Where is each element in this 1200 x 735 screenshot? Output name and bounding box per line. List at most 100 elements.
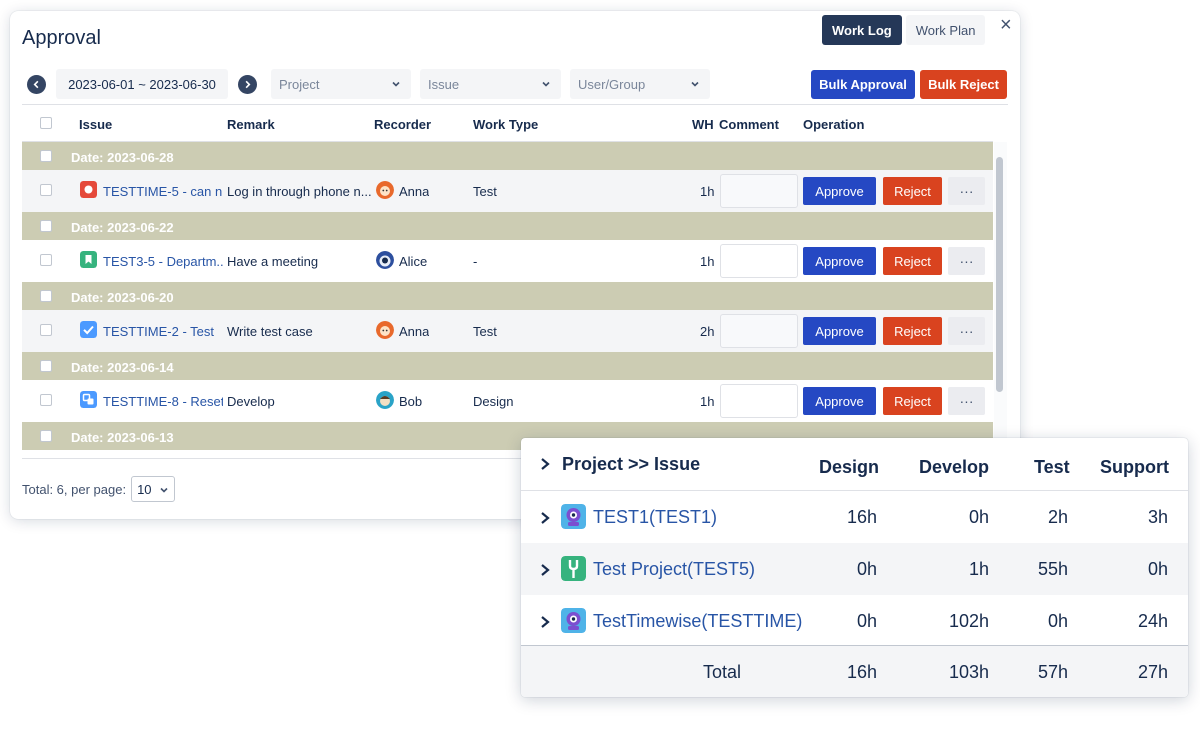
issue-select-placeholder: Issue xyxy=(428,76,460,92)
project-link[interactable]: Test Project(TEST5) xyxy=(593,559,755,580)
group-checkbox[interactable] xyxy=(40,430,52,442)
remark-text: Have a meeting xyxy=(227,254,319,269)
chevron-right-icon[interactable] xyxy=(539,457,551,471)
chevron-right-icon xyxy=(245,80,251,89)
total-label: Total xyxy=(703,662,742,682)
recorder-name: Bob xyxy=(399,394,423,409)
summary-row: TestTimewise(TESTTIME) 0h 102h 0h 24h xyxy=(521,595,1188,647)
project-select[interactable]: Project xyxy=(271,69,411,99)
story-icon xyxy=(80,251,97,268)
chevron-down-icon xyxy=(392,81,400,87)
develop-hours: 0h xyxy=(968,507,989,527)
chevron-down-icon xyxy=(160,487,168,493)
date-range-picker[interactable]: 2023-06-01 ~ 2023-06-30 xyxy=(56,69,228,99)
group-date-label: Date: 2023-06-20 xyxy=(71,290,174,305)
more-actions-button[interactable]: ··· xyxy=(948,387,985,415)
bulk-approval-button[interactable]: Bulk Approval xyxy=(811,70,915,99)
work-hours: 2h xyxy=(700,324,715,339)
chevron-left-icon xyxy=(33,80,39,89)
bulk-reject-button[interactable]: Bulk Reject xyxy=(920,70,1007,99)
column-comment: Comment xyxy=(719,117,779,132)
date-group-row: Date: 2023-06-28 xyxy=(22,142,993,170)
comment-input[interactable] xyxy=(720,384,798,418)
group-date-label: Date: 2023-06-28 xyxy=(71,150,174,165)
reject-button[interactable]: Reject xyxy=(883,177,942,205)
expand-chevron-icon[interactable] xyxy=(539,511,551,525)
pagination-footer: Total: 6, per page: 10 xyxy=(22,476,176,502)
column-operation: Operation xyxy=(803,117,865,132)
per-page-value: 10 xyxy=(137,481,152,497)
more-actions-button[interactable]: ··· xyxy=(948,317,985,345)
work-type: Test xyxy=(473,324,497,339)
project-link[interactable]: TEST1(TEST1) xyxy=(593,507,717,528)
remark-text: Write test case xyxy=(227,324,313,339)
reject-button[interactable]: Reject xyxy=(883,387,942,415)
next-period-button[interactable] xyxy=(238,75,257,94)
page-title: Approval xyxy=(22,27,101,49)
group-checkbox[interactable] xyxy=(40,220,52,232)
approve-button[interactable]: Approve xyxy=(803,387,876,415)
comment-input[interactable] xyxy=(720,314,798,348)
more-actions-button[interactable]: ··· xyxy=(948,247,985,275)
approve-button[interactable]: Approve xyxy=(803,177,876,205)
reject-button[interactable]: Reject xyxy=(883,247,942,275)
reject-button[interactable]: Reject xyxy=(883,317,942,345)
issue-link[interactable]: TESTTIME-2 - Test xyxy=(103,324,223,339)
group-checkbox[interactable] xyxy=(40,150,52,162)
per-page-select[interactable]: 10 xyxy=(131,476,176,502)
issue-select[interactable]: Issue xyxy=(420,69,561,99)
issue-link[interactable]: TESTTIME-5 - can n... xyxy=(103,184,223,199)
summary-total-row: Total 16h 103h 57h 27h xyxy=(521,645,1188,697)
project-select-placeholder: Project xyxy=(279,76,320,92)
total-test: 57h xyxy=(1037,662,1068,682)
remark-text: Log in through phone n... xyxy=(227,184,372,199)
approve-button[interactable]: Approve xyxy=(803,317,876,345)
comment-input[interactable] xyxy=(720,174,798,208)
column-support: Support xyxy=(1100,457,1169,477)
column-project-issue: Project >> Issue xyxy=(562,454,701,474)
column-design: Design xyxy=(819,457,880,477)
row-checkbox[interactable] xyxy=(40,254,52,266)
tab-work-log[interactable]: Work Log xyxy=(822,15,902,45)
recorder-name: Anna xyxy=(399,184,430,199)
group-date-label: Date: 2023-06-22 xyxy=(71,220,174,235)
design-hours: 16h xyxy=(846,507,877,527)
support-hours: 24h xyxy=(1137,611,1168,631)
tab-work-plan[interactable]: Work Plan xyxy=(905,15,986,45)
work-type: - xyxy=(473,254,478,269)
support-hours: 0h xyxy=(1147,559,1168,579)
row-checkbox[interactable] xyxy=(40,324,52,336)
expand-chevron-icon[interactable] xyxy=(539,615,551,629)
comment-input[interactable] xyxy=(720,244,798,278)
issue-link[interactable]: TESTTIME-8 - Reset... xyxy=(103,394,223,409)
close-icon[interactable]: × xyxy=(1000,15,1012,35)
prev-period-button[interactable] xyxy=(27,75,46,94)
more-actions-button[interactable]: ··· xyxy=(948,177,985,205)
issue-link[interactable]: TEST3-5 - Departm... xyxy=(103,254,223,269)
row-checkbox[interactable] xyxy=(40,394,52,406)
select-all-checkbox[interactable] xyxy=(40,117,52,129)
anna-avatar xyxy=(376,181,394,199)
approve-button[interactable]: Approve xyxy=(803,247,876,275)
group-checkbox[interactable] xyxy=(40,290,52,302)
bug-icon xyxy=(80,181,97,198)
test-hours: 2h xyxy=(1047,507,1068,527)
table-row: TEST3-5 - Departm... Have a meeting Alic… xyxy=(22,240,993,282)
date-group-row: Date: 2023-06-14 xyxy=(22,352,993,380)
group-checkbox[interactable] xyxy=(40,360,52,372)
column-wh: WH xyxy=(692,117,714,132)
develop-hours: 1h xyxy=(968,559,989,579)
column-develop: Develop xyxy=(919,457,990,477)
test-hours: 0h xyxy=(1047,611,1068,631)
column-test: Test xyxy=(1034,457,1070,477)
test-hours: 55h xyxy=(1037,559,1068,579)
support-hours: 3h xyxy=(1147,507,1168,527)
project-link[interactable]: TestTimewise(TESTTIME) xyxy=(593,611,802,632)
group-date-label: Date: 2023-06-14 xyxy=(71,360,174,375)
scrollbar-thumb[interactable] xyxy=(996,157,1003,392)
row-checkbox[interactable] xyxy=(40,184,52,196)
column-issue: Issue xyxy=(79,117,113,132)
total-count-text: Total: 6, per page: xyxy=(22,481,127,497)
user-group-select[interactable]: User/Group xyxy=(570,69,710,99)
expand-chevron-icon[interactable] xyxy=(539,563,551,577)
